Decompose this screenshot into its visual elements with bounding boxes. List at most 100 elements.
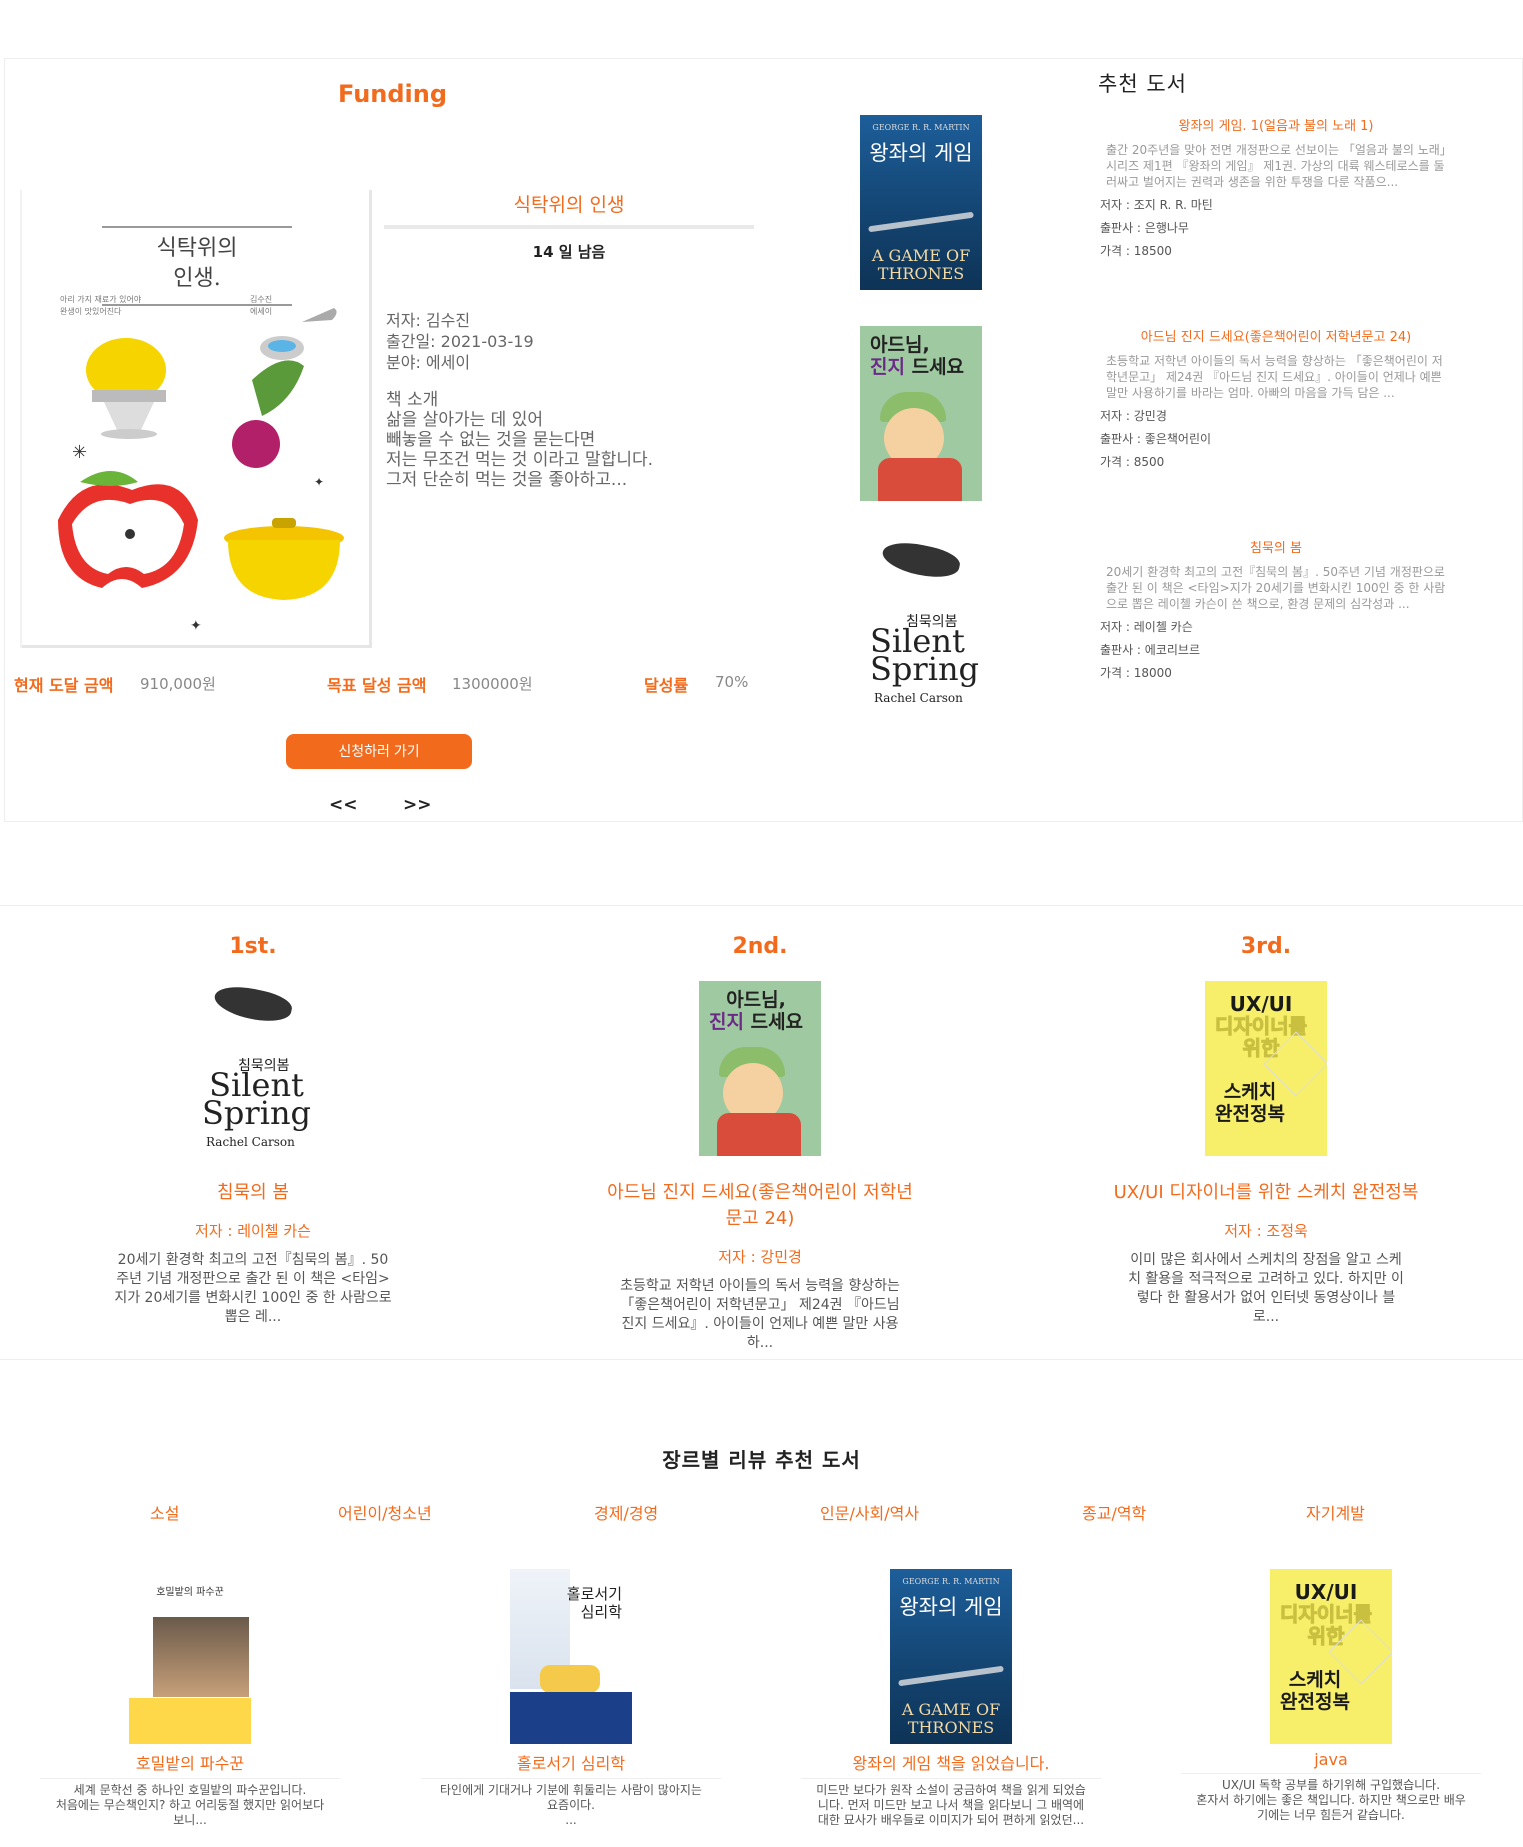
recommended-publisher: 출판사 : 좋은책어린이 bbox=[1100, 432, 1212, 446]
achievement-rate-label: 달성률 bbox=[644, 676, 689, 695]
genre-tab-economy[interactable]: 경제/경영 bbox=[594, 1500, 658, 1524]
book-cover[interactable]: 침묵의봄 Silent Spring Rachel Carson bbox=[860, 537, 982, 712]
rank-book-title[interactable]: 아드님 진지 드세요(좋은책어린이 저학년문고 24) bbox=[580, 1180, 940, 1232]
svg-text:✦: ✦ bbox=[190, 618, 202, 634]
cover-author: Rachel Carson bbox=[206, 1135, 295, 1149]
rank-book-author: 저자 : 레이첼 카슨 bbox=[195, 1222, 311, 1240]
recommended-heading: 추천 도서 bbox=[1098, 72, 1187, 96]
cover-title: 왕좌의 게임 bbox=[869, 141, 973, 165]
book-published-date: 출간일: 2021-03-19 bbox=[386, 332, 534, 351]
cover-title-part: 진지 bbox=[709, 1011, 744, 1033]
recommended-title[interactable]: 아드님 진지 드세요(좋은책어린이 저학년문고 24) bbox=[1100, 326, 1452, 345]
recommended-desc: 출간 20주년을 맞아 전면 개정판으로 선보이는 「얼음과 불의 노래」 시리… bbox=[1106, 143, 1452, 189]
recommended-author: 저자 : 조지 R. R. 마틴 bbox=[1100, 198, 1213, 212]
svg-text:✳: ✳ bbox=[72, 442, 87, 463]
intro-line: 빼놓을 수 없는 것을 묻는다면 bbox=[386, 430, 596, 450]
recommended-item: 아드님, 진지 드세요 아드님 진지 드세요(좋은책어린이 저학년문고 24) … bbox=[860, 326, 1460, 506]
rank-book-author: 저자 : 강민경 bbox=[718, 1248, 802, 1266]
cover-author: Rachel Carson bbox=[874, 691, 963, 705]
genre-tab-novel[interactable]: 소설 bbox=[150, 1500, 179, 1524]
cover-title-part: 진지 bbox=[870, 356, 905, 378]
cover-title: 호밀밭의 파수꾼 bbox=[156, 1587, 224, 1598]
cover-subtitle: 스케치 완전정복 bbox=[1280, 1669, 1350, 1713]
rank-number: 2nd. bbox=[732, 934, 788, 959]
genre-tab-humanities[interactable]: 인문/사회/역사 bbox=[820, 1500, 919, 1524]
cover-title-part: 완전정복 bbox=[1215, 1103, 1285, 1125]
cover-figure bbox=[540, 1665, 600, 1693]
recommended-author: 저자 : 강민경 bbox=[1100, 409, 1167, 423]
cover-author: GEORGE R. R. MARTIN bbox=[872, 123, 970, 132]
book-cover[interactable]: 아드님, 진지 드세요 bbox=[860, 326, 982, 501]
review-title[interactable]: java bbox=[1181, 1750, 1481, 1774]
rank-book-title[interactable]: UX/UI 디자이너를 위한 스케치 완전정복 bbox=[1086, 1180, 1446, 1206]
review-desc: UX/UI 독학 공부를 하기위해 구입했습니다. 혼자서 하기에는 좋은 책입… bbox=[1196, 1778, 1466, 1822]
rank-card: 2nd. 아드님, 진지 드세요 아드님 진지 드세요(좋은책어린이 저학년문고… bbox=[580, 934, 940, 1353]
book-cover[interactable]: GEORGE R. R. MARTIN 왕좌의 게임 A GAME OF THR… bbox=[890, 1569, 1012, 1744]
rank-book-desc: 초등학교 저학년 아이들의 독서 능력을 향상하는 「좋은책어린이 저학년문고」… bbox=[620, 1278, 900, 1351]
cover-title-part: 완전정복 bbox=[1280, 1691, 1350, 1713]
recommended-item: GEORGE R. R. MARTIN 왕좌의 게임 A GAME OF THR… bbox=[860, 115, 1460, 295]
cover-band bbox=[129, 1698, 251, 1744]
genre-card: 홀로서기 심리학 홀로서기 심리학 타인에게 기대거나 기분에 휘둘리는 사람이… bbox=[421, 1569, 721, 1828]
intro-line: 그저 단순히 먹는 것을 좋아하고... bbox=[386, 470, 628, 490]
sword-graphic bbox=[898, 1665, 1004, 1687]
recommended-text: 왕좌의 게임. 1(얼음과 불의 노래 1) 출간 20주년을 맞아 전면 개정… bbox=[1100, 115, 1452, 259]
genre-tab-religion[interactable]: 종교/역학 bbox=[1082, 1500, 1146, 1524]
genre-tab-self-help[interactable]: 자기계발 bbox=[1306, 1500, 1365, 1524]
cover-title: 왕좌의 게임 bbox=[899, 1595, 1003, 1619]
cover-subtitle: A GAME OF THRONES bbox=[901, 1700, 1001, 1737]
book-cover[interactable]: UX/UI 디자이너를 위한 스케치 완전정복 bbox=[1270, 1569, 1392, 1744]
cover-title-part: 드세요 bbox=[750, 1011, 804, 1033]
cover-title-part: 드세요 bbox=[911, 356, 965, 378]
funding-book-title[interactable]: 식탁위의 인생 bbox=[384, 190, 754, 229]
book-cover[interactable]: 호밀밭의 파수꾼 bbox=[129, 1569, 251, 1744]
book-cover[interactable]: 홀로서기 심리학 bbox=[510, 1569, 632, 1744]
rank-number: 1st. bbox=[229, 934, 277, 959]
current-amount-value: 910,000원 bbox=[140, 675, 216, 693]
book-cover[interactable]: 아드님, 진지 드세요 bbox=[699, 981, 821, 1156]
achievement-rate-value: 70% bbox=[715, 673, 749, 691]
cover-subtitle: A GAME OF THRONES bbox=[871, 246, 971, 283]
review-desc: 세계 문학선 중 하나인 호밀밭의 파수꾼입니다. 처음에는 무슨책인지? 하고… bbox=[55, 1783, 325, 1827]
prev-button[interactable]: << bbox=[329, 795, 358, 815]
intro-line: 저는 무조건 먹는 것 이라고 말합니다. bbox=[386, 450, 654, 470]
funding-book-cover[interactable]: 식탁위의 인생. 아리 가지 재료가 있어야 완생이 맛있어진다 김수진 에세이… bbox=[22, 190, 372, 648]
next-button[interactable]: >> bbox=[403, 795, 432, 815]
bird-graphic bbox=[879, 537, 963, 583]
cover-title-part: 스케치 bbox=[1223, 1081, 1277, 1103]
book-cover[interactable]: UX/UI 디자이너를 위한 스케치 완전정복 bbox=[1205, 981, 1327, 1156]
sword-graphic bbox=[868, 211, 974, 233]
apply-button[interactable]: 신청하러 가기 bbox=[286, 734, 472, 769]
book-cover[interactable]: GEORGE R. R. MARTIN 왕좌의 게임 A GAME OF THR… bbox=[860, 115, 982, 290]
genre-card: GEORGE R. R. MARTIN 왕좌의 게임 A GAME OF THR… bbox=[801, 1569, 1101, 1828]
cover-title-part: 스케치 bbox=[1288, 1669, 1342, 1691]
book-genre: 분야: 에세이 bbox=[386, 353, 471, 372]
review-desc: 타인에게 기대거나 기분에 휘둘리는 사람이 많아지는 요즘이다. ... bbox=[440, 1783, 702, 1827]
cover-author: GEORGE R. R. MARTIN bbox=[902, 1577, 1000, 1586]
rank-book-desc: 20세기 환경학 최고의 고전『침묵의 봄』. 50주년 기념 개정판으로 출간… bbox=[114, 1252, 392, 1325]
rank-number: 3rd. bbox=[1240, 934, 1292, 959]
cover-title: 아드님, 진지 드세요 bbox=[709, 989, 803, 1033]
book-cover[interactable]: 침묵의봄 Silent Spring Rachel Carson bbox=[192, 981, 314, 1156]
recommended-desc: 20세기 환경학 최고의 고전『침묵의 봄』. 50주년 기념 개정판으로 출간… bbox=[1106, 565, 1446, 611]
funding-book-meta: 저자: 김수진 출간일: 2021-03-19 분야: 에세이 bbox=[386, 310, 534, 373]
rank-book-title[interactable]: 침묵의 봄 bbox=[73, 1180, 433, 1206]
review-title[interactable]: 호밀밭의 파수꾼 bbox=[40, 1750, 340, 1779]
recommended-publisher: 출판사 : 은행나무 bbox=[1100, 221, 1189, 235]
rank-card: 1st. 침묵의봄 Silent Spring Rachel Carson 침묵… bbox=[73, 934, 433, 1327]
cover-title: 홀로서기 심리학 bbox=[566, 1585, 622, 1621]
target-amount-value: 1300000원 bbox=[452, 675, 533, 693]
recommended-author: 저자 : 레이첼 카슨 bbox=[1100, 620, 1193, 634]
review-title[interactable]: 홀로서기 심리학 bbox=[421, 1750, 721, 1779]
recommended-price: 가격 : 8500 bbox=[1100, 455, 1165, 469]
rank-book-desc: 이미 많은 회사에서 스케치의 장점을 알고 스케치 활용을 적극적으로 고려하… bbox=[1128, 1252, 1404, 1325]
recommended-title[interactable]: 침묵의 봄 bbox=[1100, 537, 1452, 556]
cover-title-part: 아드님, bbox=[726, 989, 786, 1011]
intro-label: 책 소개 bbox=[386, 390, 439, 410]
genre-tab-children[interactable]: 어린이/청소년 bbox=[338, 1500, 432, 1524]
intro-line: 삶을 살아가는 데 있어 bbox=[386, 410, 543, 430]
cover-title-en: Silent Spring bbox=[202, 1066, 312, 1132]
cover-title-part: UX/UI bbox=[1229, 992, 1293, 1016]
review-title[interactable]: 왕좌의 게임 책을 읽었습니다. bbox=[801, 1750, 1101, 1779]
recommended-title[interactable]: 왕좌의 게임. 1(얼음과 불의 노래 1) bbox=[1100, 115, 1452, 134]
